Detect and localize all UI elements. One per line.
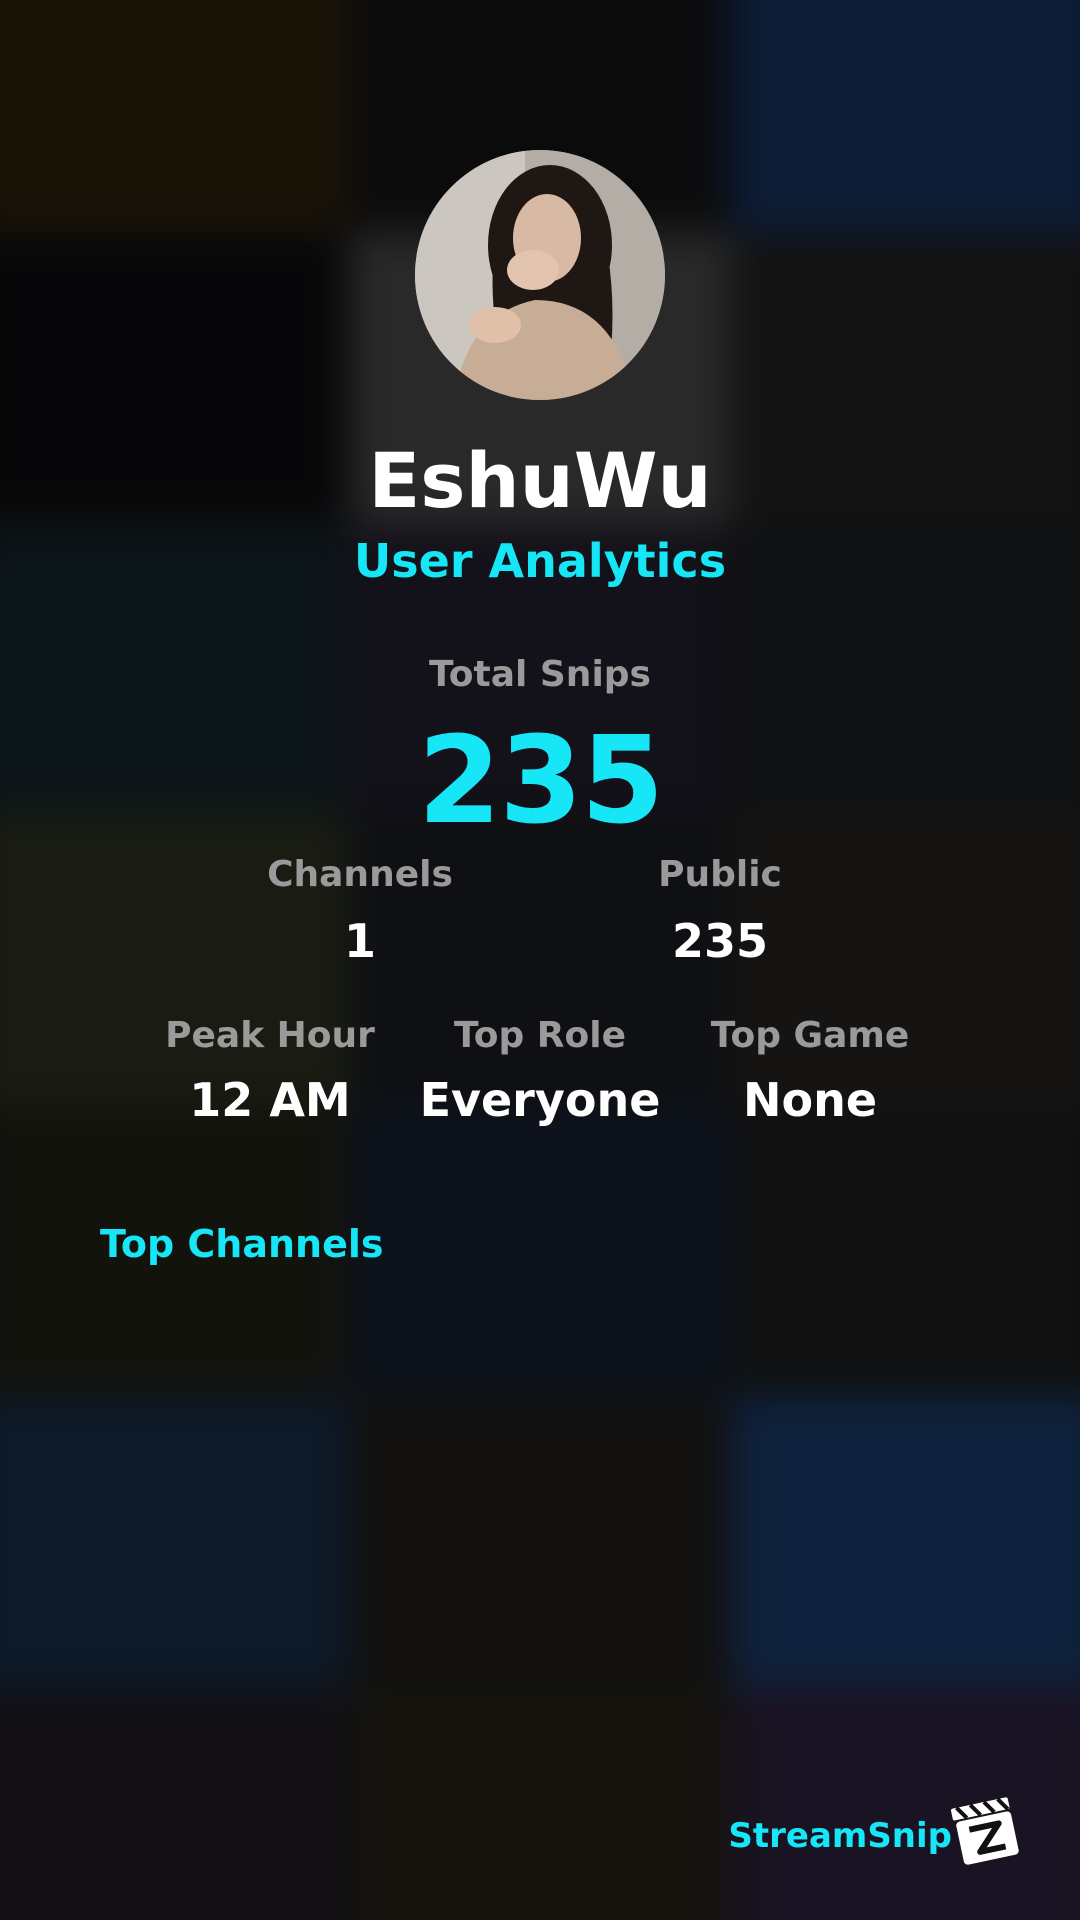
top-game-value: None bbox=[742, 1073, 878, 1127]
content-layer: EshuWu User Analytics Total Snips 235 Ch… bbox=[0, 0, 1080, 1920]
page-subtitle: User Analytics bbox=[353, 534, 727, 588]
top-channels-heading: Top Channels bbox=[100, 1222, 384, 1266]
channels-label: Channels bbox=[267, 854, 453, 895]
peak-hour-label: Peak Hour bbox=[165, 1015, 375, 1056]
public-label: Public bbox=[658, 854, 782, 895]
top-role-label: Top Role bbox=[453, 1015, 627, 1056]
username: EshuWu bbox=[368, 436, 712, 525]
avatar bbox=[415, 150, 665, 400]
top-role-value: Everyone bbox=[419, 1073, 661, 1127]
brand-name: StreamSnip bbox=[728, 1816, 952, 1856]
analytics-card: EshuWu User Analytics Total Snips 235 Ch… bbox=[0, 0, 1080, 1920]
channels-value: 1 bbox=[343, 914, 376, 968]
peak-hour-value: 12 AM bbox=[189, 1073, 351, 1127]
total-snips-label: Total Snips bbox=[429, 654, 651, 695]
public-value: 235 bbox=[671, 914, 769, 968]
top-game-label: Top Game bbox=[710, 1015, 910, 1056]
clapperboard-icon bbox=[948, 1792, 1026, 1870]
total-snips-value: 235 bbox=[417, 712, 665, 851]
avatar-image bbox=[415, 150, 665, 400]
